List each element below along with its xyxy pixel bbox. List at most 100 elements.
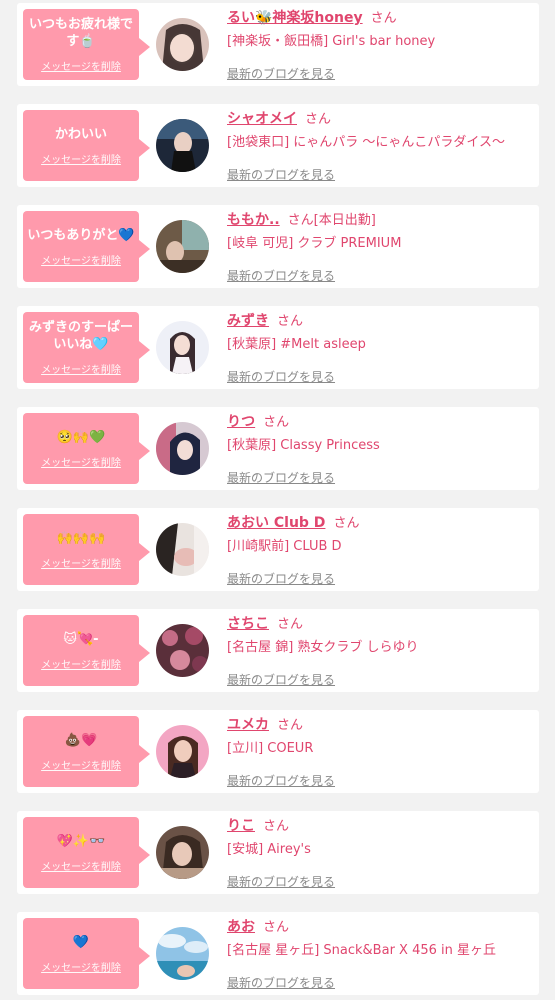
- user-info: あおい Club D さん [川崎駅前] CLUB D 最新のブログを見る: [227, 514, 535, 586]
- user-name-link[interactable]: さちこ: [227, 616, 269, 632]
- user-info: ユメカ さん [立川] COEUR 最新のブログを見る: [227, 716, 535, 788]
- delete-message-link[interactable]: メッセージを削除: [41, 656, 121, 671]
- list-item: 💖✨👓 メッセージを削除 りこ さん [安城] Airey's 最新のブログを見る: [17, 811, 539, 894]
- message-text: 💙: [72, 934, 90, 950]
- list-item: いつもお疲れ様です🍵 メッセージを削除 るい🐝神楽坂honey さん [神楽坂・飯…: [17, 3, 539, 86]
- shop-info: [秋葉原] #Melt asleep: [227, 337, 366, 352]
- user-info: あお さん [名古屋 星ヶ丘] Snack&Bar X 456 in 星ヶ丘 最新…: [227, 918, 535, 990]
- avatar[interactable]: [156, 826, 209, 879]
- shop-info: [立川] COEUR: [227, 741, 314, 756]
- latest-blog-link[interactable]: 最新のブログを見る: [227, 671, 335, 688]
- delete-message-link[interactable]: メッセージを削除: [41, 58, 121, 73]
- shop-info: [岐阜 可児] クラブ PREMIUM: [227, 236, 402, 251]
- list-item: みずきのすーぱーいいね🩵 メッセージを削除 みずき さん [秋葉原] #Melt …: [17, 306, 539, 389]
- avatar[interactable]: [156, 725, 209, 778]
- message-text: いつもお疲れ様です🍵: [28, 17, 133, 49]
- avatar[interactable]: [156, 18, 209, 71]
- latest-blog-link[interactable]: 最新のブログを見る: [227, 267, 335, 284]
- user-name-link[interactable]: あお: [227, 919, 255, 935]
- list-item: 🥺🙌💚 メッセージを削除 りつ さん [秋葉原] Classy Princess …: [17, 407, 539, 490]
- message-bubble: 💙 メッセージを削除: [23, 918, 150, 989]
- latest-blog-link[interactable]: 最新のブログを見る: [227, 873, 335, 890]
- honorific: さん: [277, 718, 304, 733]
- shop-info: [神楽坂・飯田橋] Girl's bar honey: [227, 34, 436, 49]
- latest-blog-link[interactable]: 最新のブログを見る: [227, 772, 335, 789]
- status-note: [本日出勤]: [313, 213, 376, 228]
- avatar[interactable]: [156, 523, 209, 576]
- avatar[interactable]: [156, 321, 209, 374]
- shop-info: [名古屋 錦] 熟女クラブ しらゆり: [227, 640, 419, 655]
- list-item: 🙌🙌🙌 メッセージを削除 あおい Club D さん [川崎駅前] CLUB D …: [17, 508, 539, 591]
- latest-blog-link[interactable]: 最新のブログを見る: [227, 65, 335, 82]
- shop-info: [池袋東口] にゃんパラ 〜にゃんこパラダイス〜: [227, 135, 506, 150]
- message-text: 💖✨👓: [56, 833, 106, 849]
- message-bubble: みずきのすーぱーいいね🩵 メッセージを削除: [23, 312, 150, 383]
- user-name-link[interactable]: りこ: [227, 818, 255, 834]
- list-item: いつもありがと💙 メッセージを削除 ももか.. さん[本日出勤] [岐阜 可児] …: [17, 205, 539, 288]
- honorific: さん: [333, 516, 360, 531]
- honorific: さん: [305, 112, 332, 127]
- user-name-link[interactable]: ユメカ: [227, 717, 269, 733]
- message-text: 💩💗: [64, 732, 98, 748]
- message-bubble: いつもお疲れ様です🍵 メッセージを削除: [23, 9, 150, 80]
- user-name-link[interactable]: みずき: [227, 313, 269, 329]
- message-bubble: いつもありがと💙 メッセージを削除: [23, 211, 150, 282]
- user-name-link[interactable]: シャオメイ: [227, 111, 297, 127]
- delete-message-link[interactable]: メッセージを削除: [41, 361, 121, 376]
- avatar[interactable]: [156, 927, 209, 980]
- avatar[interactable]: [156, 624, 209, 677]
- user-name-link[interactable]: りつ: [227, 414, 255, 430]
- message-text: 🐱💘-: [63, 631, 99, 647]
- shop-info: [秋葉原] Classy Princess: [227, 438, 380, 453]
- user-info: るい🐝神楽坂honey さん [神楽坂・飯田橋] Girl's bar honey…: [227, 9, 535, 81]
- user-info: りこ さん [安城] Airey's 最新のブログを見る: [227, 817, 535, 889]
- message-bubble: 💖✨👓 メッセージを削除: [23, 817, 150, 888]
- honorific: さん: [263, 920, 290, 935]
- list-item: 💙 メッセージを削除 あお さん [名古屋 星ヶ丘] Snack&Bar X 45…: [17, 912, 539, 995]
- honorific: さん: [370, 11, 397, 26]
- honorific: さん: [287, 213, 314, 228]
- avatar[interactable]: [156, 422, 209, 475]
- list-item: 💩💗 メッセージを削除 ユメカ さん [立川] COEUR 最新のブログを見る: [17, 710, 539, 793]
- message-bubble: 🥺🙌💚 メッセージを削除: [23, 413, 150, 484]
- user-name-link[interactable]: るい🐝神楽坂honey: [227, 10, 363, 26]
- shop-info: [安城] Airey's: [227, 842, 311, 857]
- delete-message-link[interactable]: メッセージを削除: [41, 555, 121, 570]
- delete-message-link[interactable]: メッセージを削除: [41, 959, 121, 974]
- message-text: かわいい: [54, 126, 107, 142]
- user-info: ももか.. さん[本日出勤] [岐阜 可児] クラブ PREMIUM 最新のブログ…: [227, 211, 535, 283]
- honorific: さん: [263, 819, 290, 834]
- delete-message-link[interactable]: メッセージを削除: [41, 151, 121, 166]
- user-info: みずき さん [秋葉原] #Melt asleep 最新のブログを見る: [227, 312, 535, 384]
- user-info: シャオメイ さん [池袋東口] にゃんパラ 〜にゃんこパラダイス〜 最新のブログを…: [227, 110, 535, 182]
- user-name-link[interactable]: あおい Club D: [227, 515, 325, 531]
- message-text: 🙌🙌🙌: [56, 530, 106, 546]
- message-list: いつもお疲れ様です🍵 メッセージを削除 るい🐝神楽坂honey さん [神楽坂・飯…: [0, 0, 555, 995]
- shop-info: [川崎駅前] CLUB D: [227, 539, 342, 554]
- message-bubble: 💩💗 メッセージを削除: [23, 716, 150, 787]
- avatar[interactable]: [156, 220, 209, 273]
- message-bubble: 🐱💘- メッセージを削除: [23, 615, 150, 686]
- message-bubble: かわいい メッセージを削除: [23, 110, 150, 181]
- message-text: みずきのすーぱーいいね🩵: [28, 320, 133, 352]
- message-bubble: 🙌🙌🙌 メッセージを削除: [23, 514, 150, 585]
- user-name-link[interactable]: ももか..: [227, 212, 280, 228]
- latest-blog-link[interactable]: 最新のブログを見る: [227, 469, 335, 486]
- user-info: さちこ さん [名古屋 錦] 熟女クラブ しらゆり 最新のブログを見る: [227, 615, 535, 687]
- message-text: 🥺🙌💚: [56, 429, 106, 445]
- latest-blog-link[interactable]: 最新のブログを見る: [227, 974, 335, 991]
- honorific: さん: [277, 617, 304, 632]
- latest-blog-link[interactable]: 最新のブログを見る: [227, 166, 335, 183]
- delete-message-link[interactable]: メッセージを削除: [41, 252, 121, 267]
- user-info: りつ さん [秋葉原] Classy Princess 最新のブログを見る: [227, 413, 535, 485]
- latest-blog-link[interactable]: 最新のブログを見る: [227, 570, 335, 587]
- shop-info: [名古屋 星ヶ丘] Snack&Bar X 456 in 星ヶ丘: [227, 943, 497, 958]
- delete-message-link[interactable]: メッセージを削除: [41, 757, 121, 772]
- message-text: いつもありがと💙: [27, 227, 135, 243]
- avatar[interactable]: [156, 119, 209, 172]
- latest-blog-link[interactable]: 最新のブログを見る: [227, 368, 335, 385]
- delete-message-link[interactable]: メッセージを削除: [41, 858, 121, 873]
- list-item: 🐱💘- メッセージを削除 さちこ さん [名古屋 錦] 熟女クラブ しらゆり 最新…: [17, 609, 539, 692]
- delete-message-link[interactable]: メッセージを削除: [41, 454, 121, 469]
- honorific: さん: [263, 415, 290, 430]
